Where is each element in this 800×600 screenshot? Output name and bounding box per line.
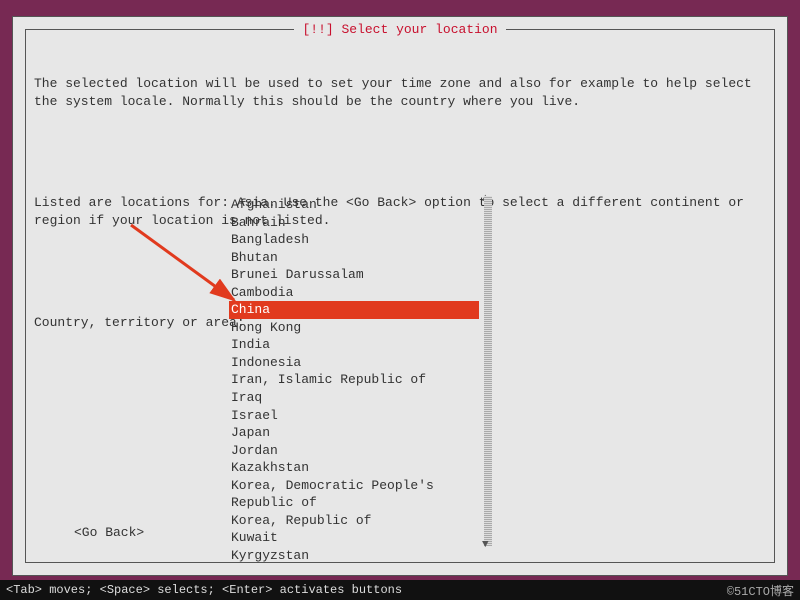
location-item[interactable]: Korea, Republic of [229, 512, 479, 530]
location-item[interactable]: Jordan [229, 442, 479, 460]
installer-window: [!!] Select your location The selected l… [12, 16, 788, 576]
watermark: ©51CTO博客 [727, 582, 794, 599]
location-item[interactable]: Cambodia [229, 284, 479, 302]
location-list[interactable]: AfghanistanBahrainBangladeshBhutanBrunei… [229, 196, 479, 564]
status-hint: <Tab> moves; <Space> selects; <Enter> ac… [6, 583, 402, 597]
intro-paragraph-1: The selected location will be used to se… [34, 75, 766, 110]
location-item[interactable]: Israel [229, 407, 479, 425]
location-item[interactable]: Kyrgyzstan [229, 547, 479, 565]
status-bar: <Tab> moves; <Space> selects; <Enter> ac… [0, 580, 800, 600]
location-item[interactable]: Bahrain [229, 214, 479, 232]
dialog-title-wrap: [!!] Select your location [26, 22, 774, 37]
location-item[interactable]: Kazakhstan [229, 459, 479, 477]
location-item[interactable]: Brunei Darussalam [229, 266, 479, 284]
location-item[interactable]: India [229, 336, 479, 354]
location-item[interactable]: Bangladesh [229, 231, 479, 249]
location-item[interactable]: Bhutan [229, 249, 479, 267]
go-back-button[interactable]: <Go Back> [74, 524, 144, 542]
location-item[interactable]: Indonesia [229, 354, 479, 372]
scroll-down-icon[interactable]: ▼ [482, 538, 489, 553]
location-item[interactable]: Iraq [229, 389, 479, 407]
dialog-frame: [!!] Select your location The selected l… [25, 29, 775, 563]
location-item[interactable]: Korea, Democratic People's Republic of [229, 477, 479, 512]
location-item[interactable]: Iran, Islamic Republic of [229, 371, 479, 389]
location-item[interactable]: China [229, 301, 479, 319]
dialog-content: The selected location will be used to se… [34, 40, 766, 552]
spacer [34, 149, 766, 155]
scroll-track[interactable] [484, 196, 492, 546]
location-item[interactable]: Hong Kong [229, 319, 479, 337]
dialog-title: [!!] Select your location [294, 22, 505, 37]
location-item[interactable]: Afghanistan [229, 196, 479, 214]
location-item[interactable]: Japan [229, 424, 479, 442]
location-item[interactable]: Kuwait [229, 529, 479, 547]
